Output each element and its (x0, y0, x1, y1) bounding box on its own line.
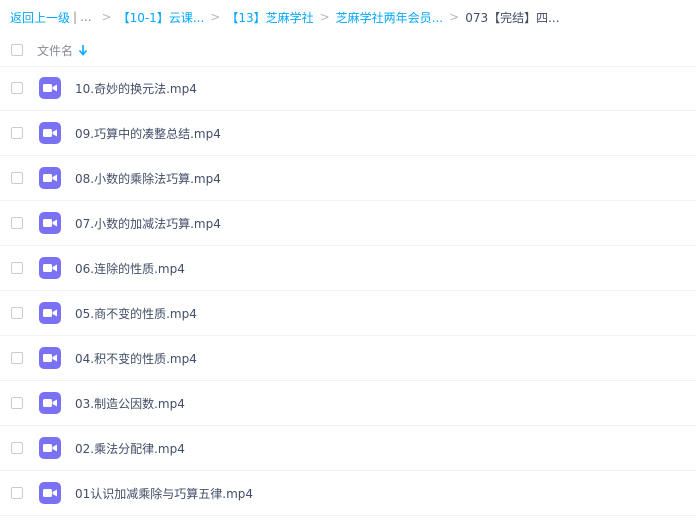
breadcrumb-separator: > (101, 10, 112, 24)
row-checkbox[interactable] (11, 127, 23, 139)
breadcrumb-separator: > (449, 10, 460, 24)
breadcrumb-item-2[interactable]: 【13】芝麻学社 (226, 9, 313, 26)
video-file-icon (39, 347, 61, 369)
file-name[interactable]: 01认识加减乘除与巧算五律.mp4 (75, 485, 253, 502)
row-checkbox[interactable] (11, 397, 23, 409)
file-name[interactable]: 04.积不变的性质.mp4 (75, 350, 197, 367)
breadcrumb: 返回上一级 | ... > 【10-1】云课... > 【13】芝麻学社 > 芝… (10, 0, 696, 34)
select-all-checkbox[interactable] (11, 44, 23, 56)
video-file-icon (39, 122, 61, 144)
row-checkbox[interactable] (11, 442, 23, 454)
back-link[interactable]: 返回上一级 (10, 9, 70, 26)
file-row[interactable]: 06.连除的性质.mp4 (0, 246, 696, 291)
file-row[interactable]: 03.制造公因数.mp4 (0, 381, 696, 426)
file-row[interactable]: 01认识加减乘除与巧算五律.mp4 (0, 471, 696, 516)
video-file-icon (39, 77, 61, 99)
video-file-icon (39, 392, 61, 414)
video-file-icon (39, 302, 61, 324)
breadcrumb-separator: > (210, 10, 221, 24)
breadcrumb-separator: > (319, 10, 330, 24)
breadcrumb-divider: | (73, 10, 78, 24)
file-name[interactable]: 07.小数的加减法巧算.mp4 (75, 215, 221, 232)
video-file-icon (39, 167, 61, 189)
row-checkbox[interactable] (11, 352, 23, 364)
breadcrumb-ellipsis[interactable]: ... (80, 10, 91, 24)
row-checkbox[interactable] (11, 217, 23, 229)
row-checkbox[interactable] (11, 262, 23, 274)
file-row[interactable]: 02.乘法分配律.mp4 (0, 426, 696, 471)
list-header: 文件名 (0, 34, 696, 67)
file-row[interactable]: 07.小数的加减法巧算.mp4 (0, 201, 696, 246)
row-checkbox[interactable] (11, 82, 23, 94)
file-row[interactable]: 05.商不变的性质.mp4 (0, 291, 696, 336)
file-name[interactable]: 03.制造公因数.mp4 (75, 395, 185, 412)
column-header-filename[interactable]: 文件名 (37, 42, 73, 59)
file-row[interactable]: 04.积不变的性质.mp4 (0, 336, 696, 381)
arrow-down-icon[interactable] (78, 44, 88, 56)
file-name[interactable]: 10.奇妙的换元法.mp4 (75, 80, 197, 97)
file-name[interactable]: 02.乘法分配律.mp4 (75, 440, 185, 457)
file-name[interactable]: 05.商不变的性质.mp4 (75, 305, 197, 322)
row-checkbox[interactable] (11, 307, 23, 319)
file-list: 10.奇妙的换元法.mp4 09.巧算中的凑整总结.mp4 08.小数的乘除法巧… (0, 66, 696, 516)
breadcrumb-item-3[interactable]: 芝麻学社两年会员... (336, 9, 443, 26)
file-name[interactable]: 09.巧算中的凑整总结.mp4 (75, 125, 221, 142)
file-row[interactable]: 10.奇妙的换元法.mp4 (0, 66, 696, 111)
video-file-icon (39, 212, 61, 234)
file-row[interactable]: 08.小数的乘除法巧算.mp4 (0, 156, 696, 201)
video-file-icon (39, 437, 61, 459)
file-row[interactable]: 09.巧算中的凑整总结.mp4 (0, 111, 696, 156)
video-file-icon (39, 482, 61, 504)
file-name[interactable]: 06.连除的性质.mp4 (75, 260, 185, 277)
breadcrumb-current: 073【完结】四... (465, 10, 560, 25)
file-name[interactable]: 08.小数的乘除法巧算.mp4 (75, 170, 221, 187)
row-checkbox[interactable] (11, 172, 23, 184)
breadcrumb-item-1[interactable]: 【10-1】云课... (118, 9, 205, 26)
row-checkbox[interactable] (11, 487, 23, 499)
video-file-icon (39, 257, 61, 279)
